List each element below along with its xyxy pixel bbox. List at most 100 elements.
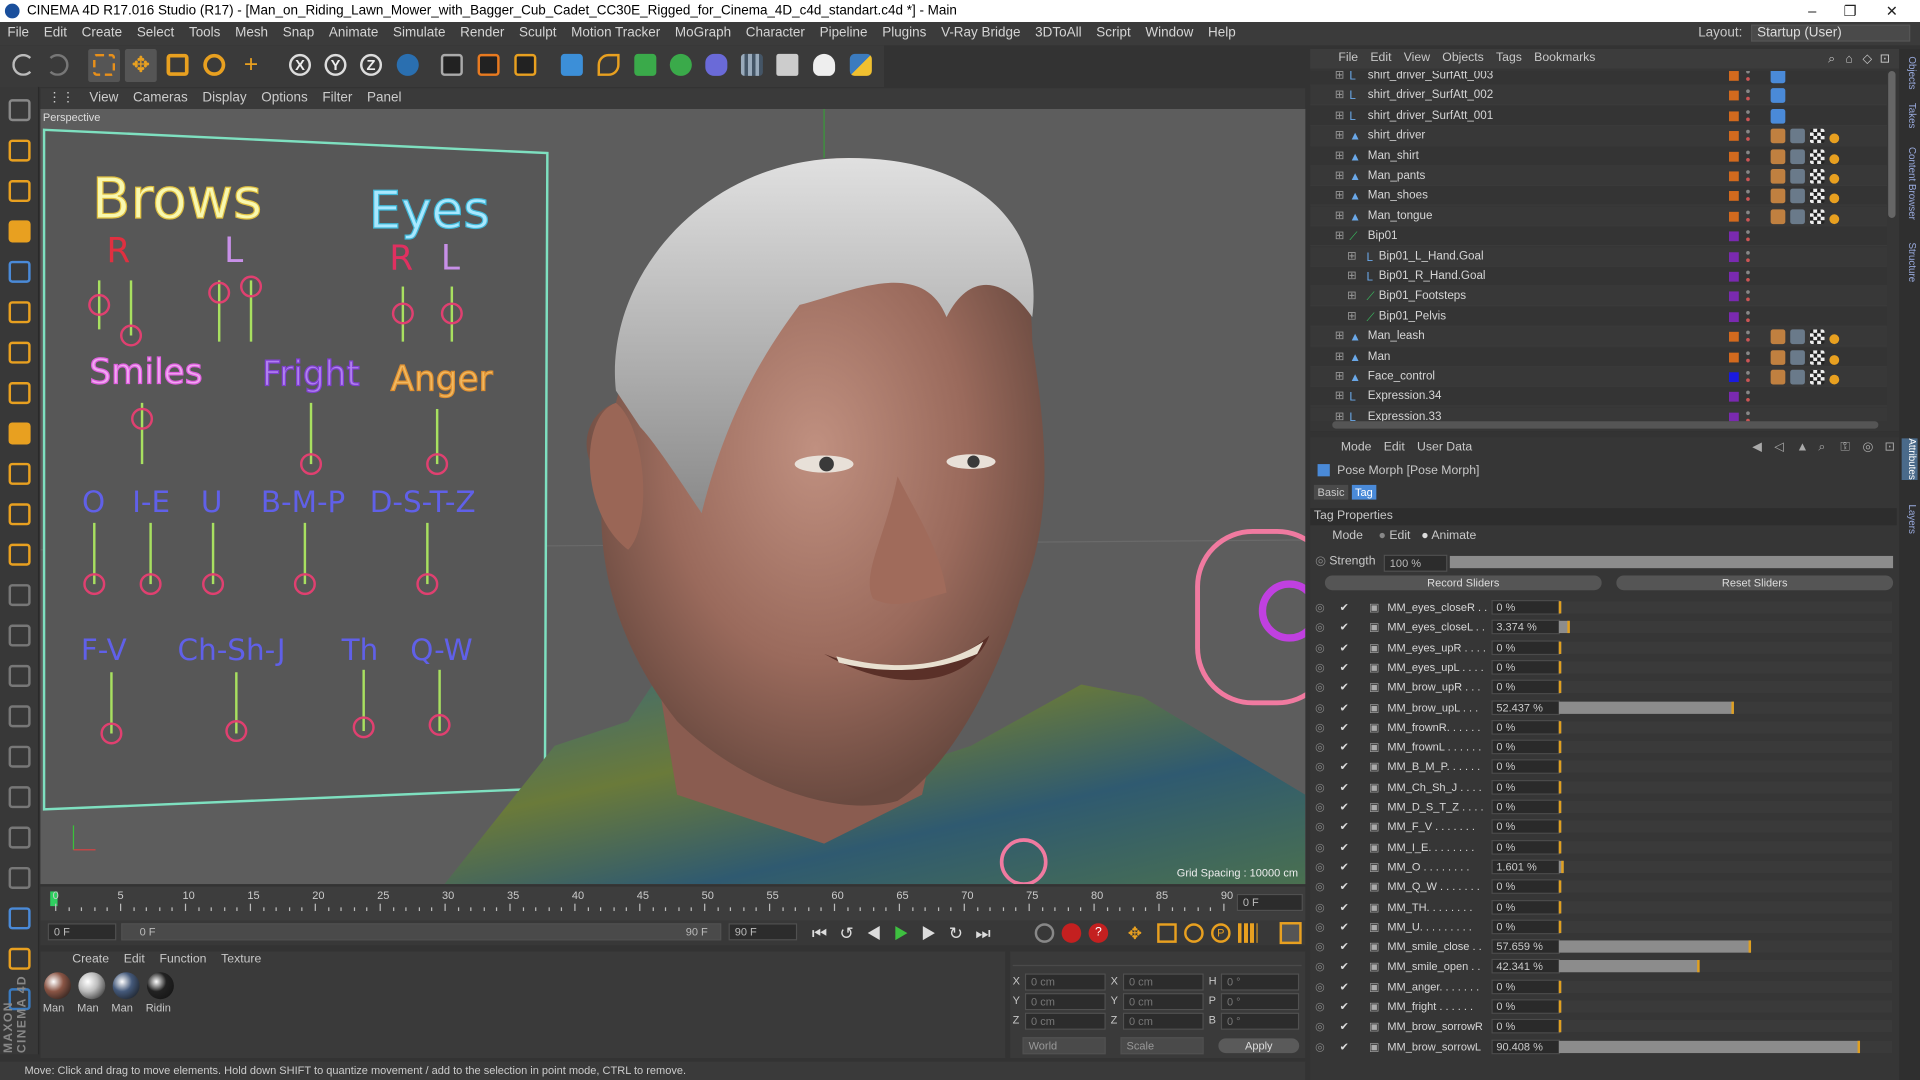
skin-tag-icon[interactable] xyxy=(1770,128,1786,144)
menu-sculpt[interactable]: Sculpt xyxy=(512,22,564,45)
expand-icon[interactable]: ⊞ xyxy=(1335,227,1345,247)
enable-checkbox[interactable]: ✔ xyxy=(1340,897,1349,917)
texture-tag-icon[interactable] xyxy=(1809,168,1825,184)
keyframe-icon[interactable]: ◎ xyxy=(1315,598,1325,618)
enable-checkbox[interactable]: ✔ xyxy=(1340,837,1349,857)
weld-button[interactable] xyxy=(4,781,36,813)
material-menu-create[interactable]: Create xyxy=(65,951,116,968)
morph-edit-icon[interactable]: ▣ xyxy=(1369,777,1379,797)
keyframe-icon[interactable]: ◎ xyxy=(1315,677,1325,697)
expand-icon[interactable]: ⊞ xyxy=(1347,287,1357,307)
object-row[interactable]: ⊞ ▲ Man_shoes xyxy=(1310,186,1887,207)
morph-value-field[interactable]: 57.659 % xyxy=(1491,939,1561,955)
morph-value-field[interactable]: 0 % xyxy=(1491,879,1561,895)
maximize-button[interactable]: ❐ xyxy=(1832,0,1869,22)
settings-icon[interactable]: ◎ xyxy=(1856,437,1879,459)
render-visibility-dot[interactable] xyxy=(1746,298,1750,302)
new-window-icon[interactable]: ⊡ xyxy=(1878,437,1901,459)
morph-value-field[interactable]: 0 % xyxy=(1491,600,1561,615)
key-parameter-icon[interactable]: P xyxy=(1211,923,1231,943)
viewport-menu-filter[interactable]: Filter xyxy=(315,88,360,109)
object-row[interactable]: ⊞ ▲ Man_leash xyxy=(1310,327,1887,347)
morph-value-field[interactable]: 0 % xyxy=(1491,659,1561,675)
expand-icon[interactable]: ⊞ xyxy=(1335,146,1345,166)
strength-keyframe-icon[interactable]: ◎ xyxy=(1315,555,1329,568)
bridge-button[interactable] xyxy=(4,741,36,773)
editor-visibility-dot[interactable] xyxy=(1746,411,1750,415)
keyframe-icon[interactable]: ◎ xyxy=(1315,637,1325,657)
coord-bv-field[interactable]: 0 cm xyxy=(1122,993,1204,1011)
object-row[interactable]: ⊞ ▲ shirt_driver xyxy=(1310,126,1887,146)
material-menu-texture[interactable]: Texture xyxy=(214,951,269,968)
keyframe-icon[interactable]: ◎ xyxy=(1315,837,1325,857)
enable-checkbox[interactable]: ✔ xyxy=(1340,598,1349,618)
editor-visibility-dot[interactable] xyxy=(1746,150,1750,154)
keyframe-icon[interactable]: ◎ xyxy=(1315,877,1325,897)
morph-slider-track[interactable] xyxy=(1558,900,1892,913)
knife-button[interactable] xyxy=(4,620,36,652)
expand-icon[interactable]: ⊞ xyxy=(1335,86,1345,106)
render-visibility-dot[interactable] xyxy=(1746,77,1750,81)
expand-icon[interactable]: ⊞ xyxy=(1335,207,1345,227)
texture-mode-button[interactable] xyxy=(4,175,36,207)
morph-slider-track[interactable] xyxy=(1558,920,1892,933)
menu-window[interactable]: Window xyxy=(1138,22,1201,45)
editor-visibility-dot[interactable] xyxy=(1746,310,1750,315)
morph-slider-track[interactable] xyxy=(1558,661,1892,674)
key-rotation-icon[interactable] xyxy=(1184,923,1204,943)
material-swatch[interactable]: Man xyxy=(111,972,143,1016)
menu-file[interactable]: File xyxy=(0,22,36,45)
skin-tag-icon[interactable] xyxy=(1770,329,1786,345)
morph-slider-track[interactable] xyxy=(1558,760,1892,774)
rotate-button[interactable] xyxy=(198,49,230,82)
enable-checkbox[interactable]: ✔ xyxy=(1340,817,1349,837)
forward-arrow-icon[interactable]: ◁ xyxy=(1768,437,1790,459)
end-frame-field[interactable]: 90 F xyxy=(728,923,798,941)
morph-edit-icon[interactable]: ▣ xyxy=(1369,817,1379,837)
morph-value-field[interactable]: 52.437 % xyxy=(1491,699,1561,715)
render-visibility-dot[interactable] xyxy=(1746,217,1750,222)
polygons-mode-button[interactable] xyxy=(4,337,36,369)
menu-snap[interactable]: Snap xyxy=(275,22,321,45)
enable-checkbox[interactable]: ✔ xyxy=(1340,797,1349,817)
material-tag-icon[interactable] xyxy=(1790,148,1805,164)
material-menu-edit[interactable]: Edit xyxy=(116,951,152,968)
expand-icon[interactable]: ⊞ xyxy=(1335,327,1345,347)
enable-checkbox[interactable]: ✔ xyxy=(1340,657,1349,677)
object-h-scrollbar[interactable] xyxy=(1332,421,1879,429)
side-tab-attributes[interactable]: Attributes xyxy=(1901,438,1918,480)
menu-script[interactable]: Script xyxy=(1089,22,1138,45)
morph-slider-track[interactable] xyxy=(1558,681,1892,694)
morph-edit-icon[interactable]: ▣ xyxy=(1369,977,1379,997)
morph-edit-icon[interactable]: ▣ xyxy=(1369,1037,1379,1057)
model-mode-button[interactable] xyxy=(4,135,36,167)
magnet-button[interactable] xyxy=(4,539,36,571)
skin-tag-icon[interactable] xyxy=(1770,189,1786,204)
object-menu-edit[interactable]: Edit xyxy=(1364,49,1397,69)
morph-edit-icon[interactable]: ▣ xyxy=(1369,737,1379,757)
python-button[interactable] xyxy=(845,49,877,82)
pose-tag-icon[interactable] xyxy=(1829,193,1840,204)
morph-value-field[interactable]: 42.341 % xyxy=(1491,959,1561,974)
material-tag-icon[interactable] xyxy=(1790,128,1805,144)
keyframe-icon[interactable]: ◎ xyxy=(1315,917,1325,937)
morph-value-field[interactable]: 90.408 % xyxy=(1491,1039,1561,1054)
viewport-menu-cameras[interactable]: Cameras xyxy=(126,88,195,109)
strength-field[interactable]: 100 % xyxy=(1383,554,1448,572)
object-row[interactable]: ⊞ L Expression.34 xyxy=(1310,387,1887,408)
texture-tag-icon[interactable] xyxy=(1809,128,1825,144)
editor-visibility-dot[interactable] xyxy=(1746,270,1750,275)
morph-value-field[interactable]: 3.374 % xyxy=(1491,619,1561,635)
morph-value-field[interactable]: 0 % xyxy=(1491,639,1561,655)
skin-tag-icon[interactable] xyxy=(1770,88,1786,104)
object-row[interactable]: ⊞ Lshirt_driver_SurfAtt_002 xyxy=(1310,86,1887,106)
up-arrow-icon[interactable]: ▲ xyxy=(1790,437,1814,459)
render-to-picture-viewer-button[interactable] xyxy=(473,49,505,82)
render-visibility-dot[interactable] xyxy=(1746,97,1750,101)
enable-checkbox[interactable]: ✔ xyxy=(1340,697,1349,717)
floor-button[interactable] xyxy=(736,49,768,82)
editor-visibility-dot[interactable] xyxy=(1746,170,1750,174)
expand-icon[interactable]: ⊞ xyxy=(1335,126,1345,146)
keyframe-icon[interactable]: ◎ xyxy=(1315,897,1325,917)
keyframe-icon[interactable]: ◎ xyxy=(1315,1017,1325,1037)
